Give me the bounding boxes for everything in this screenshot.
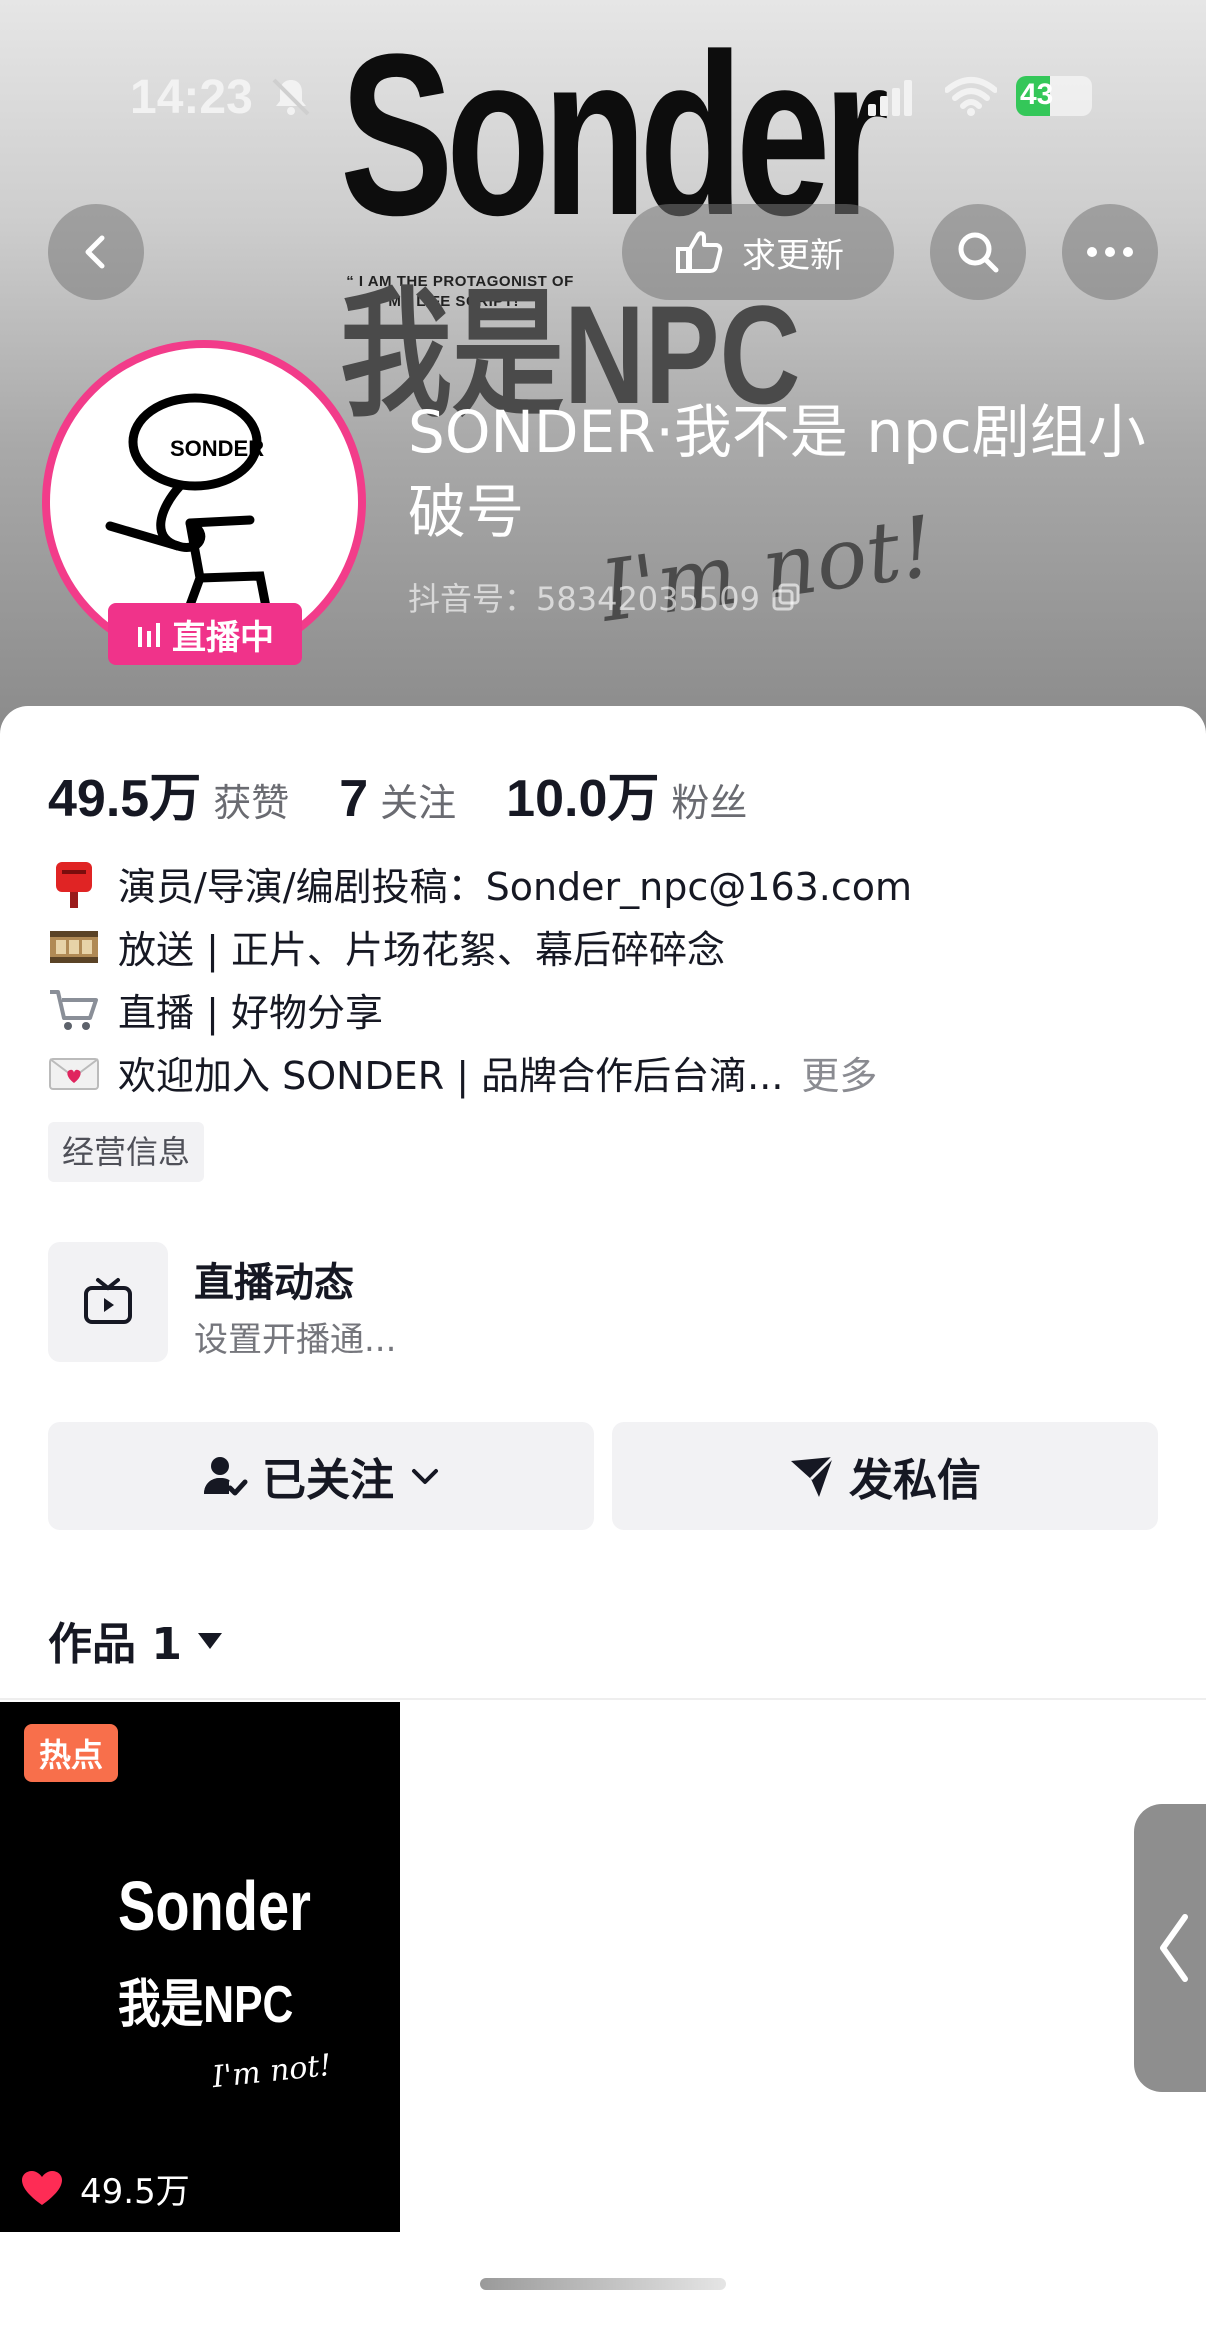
battery-icon: 43	[1016, 76, 1092, 116]
followers-label[interactable]: 粉丝	[671, 772, 747, 827]
send-message-label: 发私信	[849, 1455, 981, 1506]
tab-works[interactable]: 作品 1	[48, 1608, 224, 1672]
love-letter-icon	[49, 1057, 99, 1090]
heart-icon	[22, 2170, 62, 2205]
thumbnail-script-text: I'm not!	[210, 2047, 334, 2096]
tv-icon	[84, 1278, 132, 1324]
send-plane-icon	[791, 1455, 835, 1497]
live-badge-label: 直播中	[172, 617, 274, 658]
postbox-icon	[56, 861, 92, 908]
followers-count[interactable]: 10.0万	[506, 756, 659, 831]
battery-level: 43	[1020, 78, 1054, 111]
hot-badge: 热点	[24, 1724, 118, 1782]
bio: 演员/导演/编剧投稿：Sonder_npc@163.com 放送 | 正片、片场…	[48, 852, 912, 1104]
search-icon	[958, 232, 999, 273]
request-update-button[interactable]: 求更新	[622, 204, 894, 300]
caret-down-icon	[197, 1633, 222, 1649]
douyin-id: 抖音号：58342035509	[408, 574, 800, 620]
bio-line: 直播 | 好物分享	[48, 978, 912, 1041]
live-bars-icon	[138, 623, 160, 647]
bio-text: 放送 | 正片、片场花絮、幕后碎碎念	[118, 928, 725, 972]
more-button[interactable]	[1062, 204, 1158, 300]
following-count[interactable]: 7	[339, 769, 368, 829]
bio-line: 演员/导演/编剧投稿：Sonder_npc@163.com	[48, 852, 912, 915]
bio-text: 演员/导演/编剧投稿：Sonder_npc@163.com	[118, 865, 913, 909]
tab-divider	[0, 1698, 1206, 1700]
side-drawer-handle[interactable]	[1134, 1804, 1206, 2092]
bio-more-link[interactable]: 更多	[801, 1045, 877, 1100]
chevron-left-icon	[1160, 1914, 1188, 1982]
home-indicator[interactable]	[480, 2278, 726, 2290]
live-badge[interactable]: 直播中	[108, 603, 302, 665]
profile-name: SONDER·我不是 npc剧组小破号	[408, 398, 1146, 546]
business-info-tag[interactable]: 经营信息	[48, 1122, 205, 1182]
user-check-icon	[204, 1457, 248, 1496]
live-updates-title: 直播动态	[194, 1260, 354, 1306]
live-updates-row[interactable]: 直播动态 设置开播通...	[48, 1242, 1158, 1366]
chevron-left-icon	[85, 235, 105, 269]
signal-icon	[868, 80, 912, 116]
thumbnail-subtitle: 我是NPC	[118, 1976, 294, 2034]
douyin-id-text: 抖音号：58342035509	[408, 580, 760, 618]
video-thumbnail[interactable]: 热点 Sonder 我是NPC I'm not! 49.5万	[0, 1702, 400, 2232]
search-button[interactable]	[930, 204, 1026, 300]
bio-line: 欢迎加入 SONDER | 品牌合作后台滴... 更多	[48, 1041, 912, 1104]
chevron-down-icon	[412, 1469, 438, 1484]
silent-bell-icon	[272, 78, 310, 116]
tab-works-label: 作品 1	[48, 1619, 182, 1670]
profile-card: 49.5万 获赞 7 关注 10.0万 粉丝 演员/导演/编剧投稿：Sonder…	[0, 706, 1206, 2345]
following-label[interactable]: 关注	[380, 772, 456, 827]
thumbnail-title: Sonder	[118, 1867, 311, 1945]
request-update-label: 求更新	[742, 235, 844, 276]
hand-pointer-icon	[676, 231, 723, 273]
bio-text: 直播 | 好物分享	[118, 991, 383, 1035]
back-button[interactable]	[48, 204, 144, 300]
avatar-text: SONDER	[170, 436, 265, 461]
likes-label: 获赞	[213, 781, 290, 825]
live-updates-subtitle: 设置开播通...	[194, 1320, 397, 1360]
send-message-button[interactable]: 发私信	[612, 1422, 1158, 1530]
likes-count: 49.5万	[48, 770, 202, 828]
status-time: 14:23	[130, 71, 253, 124]
status-bar: 14:23 43	[0, 0, 1206, 124]
more-dots-icon	[1087, 247, 1133, 257]
bio-text: 欢迎加入 SONDER | 品牌合作后台滴...	[118, 1054, 784, 1098]
wifi-icon	[945, 77, 997, 116]
copy-icon[interactable]	[772, 583, 800, 611]
followed-button[interactable]: 已关注	[48, 1422, 594, 1530]
live-updates-icon-box	[48, 1242, 168, 1362]
bio-line: 放送 | 正片、片场花絮、幕后碎碎念	[48, 915, 912, 978]
followed-label: 已关注	[262, 1455, 394, 1506]
film-icon	[50, 930, 98, 963]
likes-count-label: 49.5万	[80, 2172, 190, 2212]
thumbnail-likes: 49.5万	[22, 2164, 190, 2213]
profile-banner: Sonder “ I AM THE PROTAGONIST OF MY LIFE…	[0, 0, 1206, 740]
stats-row: 49.5万 获赞 7 关注 10.0万 粉丝	[48, 756, 797, 831]
cart-icon	[50, 989, 98, 1030]
